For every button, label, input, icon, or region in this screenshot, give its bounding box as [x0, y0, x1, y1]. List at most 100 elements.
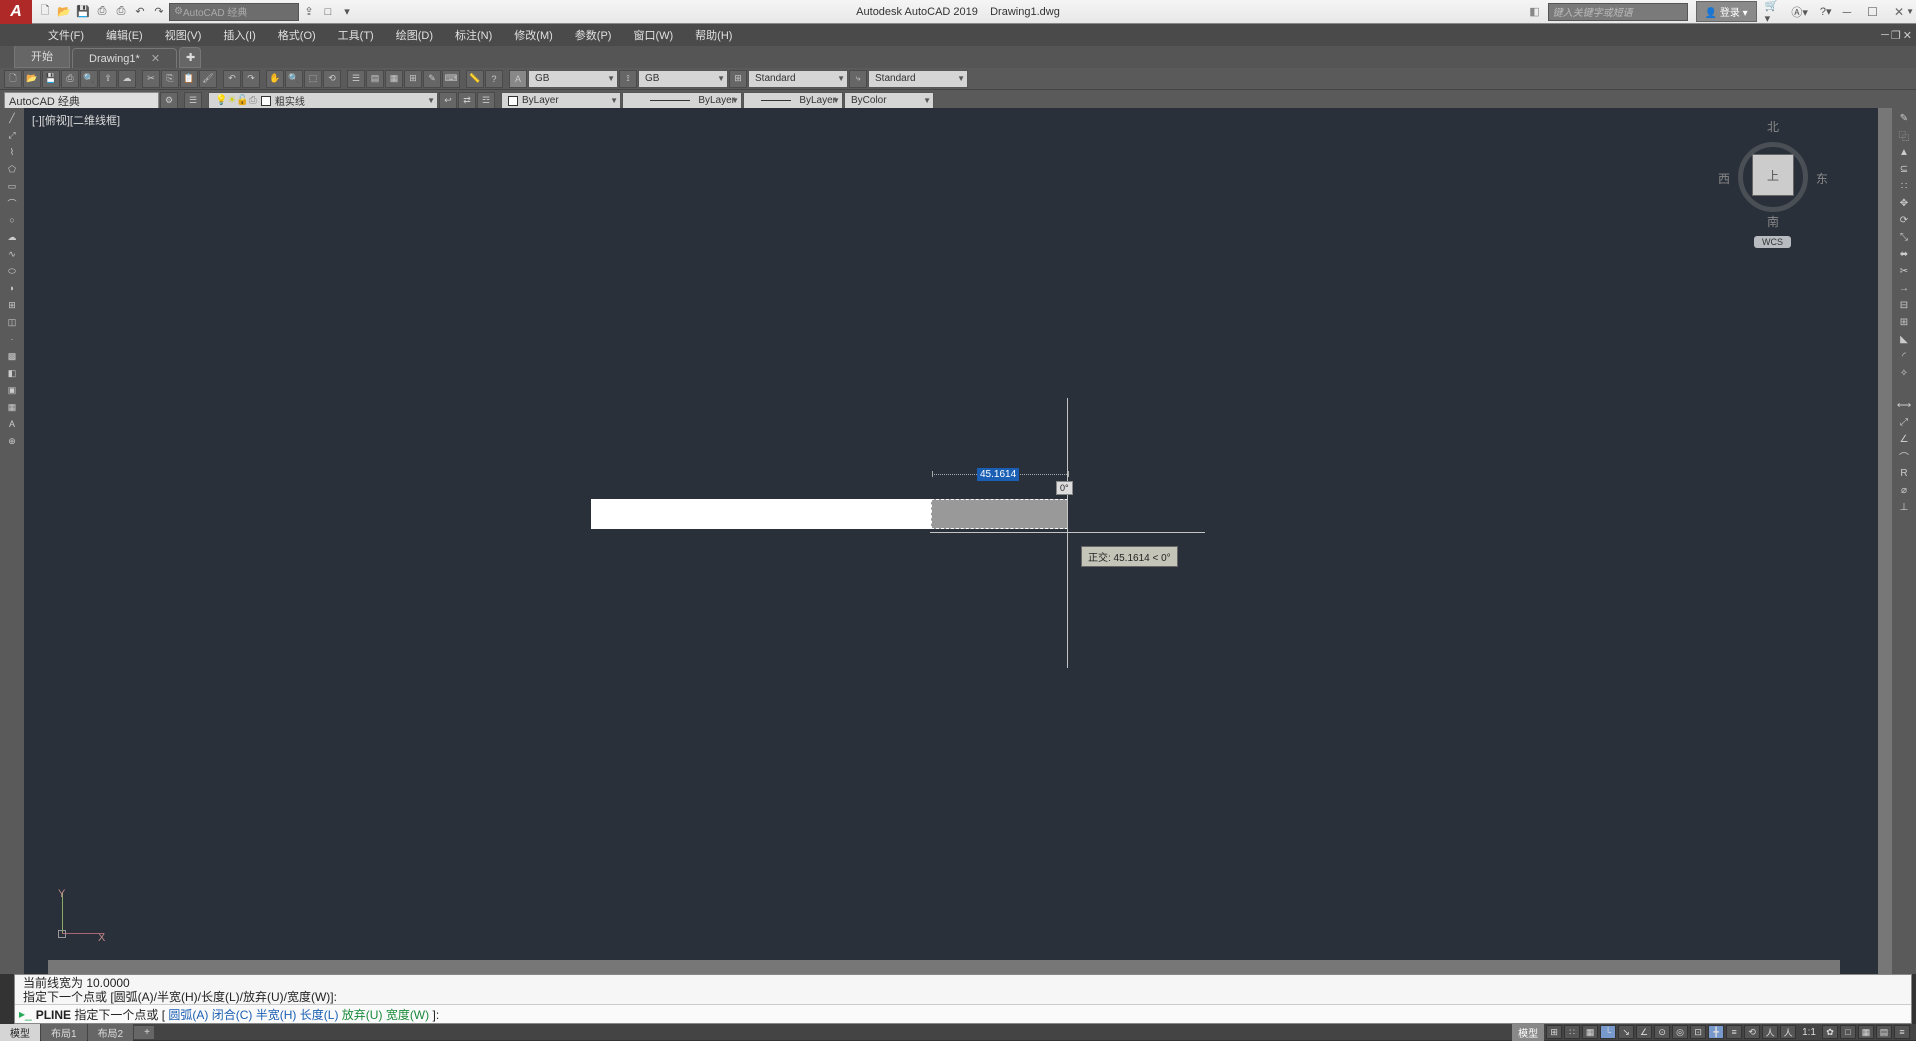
- dim-arc-icon[interactable]: ⌒: [1895, 448, 1913, 464]
- cmd-opt-arc[interactable]: 圆弧(A): [168, 1008, 208, 1022]
- menu-modify[interactable]: 修改(M): [504, 24, 563, 46]
- cmd-opt-length[interactable]: 长度(L): [300, 1008, 339, 1022]
- stretch-icon[interactable]: ⬌: [1895, 246, 1913, 262]
- rotate-icon[interactable]: ⟳: [1895, 212, 1913, 228]
- close-button[interactable]: ✕: [1894, 5, 1904, 19]
- qat-new-icon[interactable]: 🗋: [36, 3, 54, 21]
- layer-iso-icon[interactable]: ☲: [477, 92, 495, 110]
- open-icon[interactable]: 📂: [23, 70, 41, 88]
- dimstyle-icon[interactable]: ⟟: [619, 70, 637, 88]
- dim-radius-icon[interactable]: R: [1895, 465, 1913, 481]
- zoomwin-icon[interactable]: ⬚: [304, 70, 322, 88]
- dynamic-angle-input[interactable]: 0°: [1056, 481, 1073, 495]
- infer-toggle-icon[interactable]: ▦: [1582, 1025, 1598, 1039]
- workspace-switch-icon[interactable]: □: [1840, 1025, 1856, 1039]
- redo-icon[interactable]: ↷: [242, 70, 260, 88]
- viewcube-east[interactable]: 东: [1816, 170, 1828, 187]
- cmd-opt-undo[interactable]: 放弃(U): [342, 1008, 383, 1022]
- offset-icon[interactable]: ⊆: [1895, 161, 1913, 177]
- scrollbar-horizontal[interactable]: [48, 960, 1840, 974]
- publish-icon[interactable]: ⇪: [99, 70, 117, 88]
- polar-toggle-icon[interactable]: ↘: [1618, 1025, 1634, 1039]
- fillet-icon[interactable]: ◜: [1895, 348, 1913, 364]
- region-icon[interactable]: ▣: [3, 382, 21, 398]
- ortho-toggle-icon[interactable]: └: [1600, 1025, 1616, 1039]
- units-icon[interactable]: ▤: [1876, 1025, 1892, 1039]
- cut-icon[interactable]: ✂: [142, 70, 160, 88]
- menu-tools[interactable]: 工具(T): [328, 24, 384, 46]
- cart-icon[interactable]: 🛒▾: [1765, 3, 1783, 21]
- viewport-label[interactable]: [-][俯视][二维线框]: [32, 112, 120, 128]
- dimstyle-dropdown[interactable]: Standard▼: [748, 70, 848, 88]
- qat-undo-icon[interactable]: ↶: [131, 3, 149, 21]
- toolpalette-icon[interactable]: ▦: [385, 70, 403, 88]
- pan-icon[interactable]: ✋: [266, 70, 284, 88]
- extend-icon[interactable]: →: [1895, 280, 1913, 296]
- tablestyle-icon[interactable]: ⊞: [729, 70, 747, 88]
- layout-add-button[interactable]: +: [134, 1026, 154, 1039]
- mtext-icon[interactable]: A: [3, 416, 21, 432]
- polygon-icon[interactable]: ⬠: [3, 161, 21, 177]
- annomonitor-icon[interactable]: ▦: [1858, 1025, 1874, 1039]
- help-icon[interactable]: ?▾: [1817, 3, 1835, 21]
- qat-saveas-icon[interactable]: ⎙: [93, 3, 111, 21]
- move-icon[interactable]: ✥: [1895, 195, 1913, 211]
- 3dosnap-icon[interactable]: ◎: [1672, 1025, 1688, 1039]
- preview-icon[interactable]: 🔍: [80, 70, 98, 88]
- tab-new-button[interactable]: ✚: [179, 47, 201, 68]
- menu-dimension[interactable]: 标注(N): [445, 24, 502, 46]
- erase-icon[interactable]: ✎: [1895, 110, 1913, 126]
- walk-icon[interactable]: 人: [1780, 1025, 1796, 1039]
- workspace-gear-icon[interactable]: ⚙: [160, 92, 178, 110]
- layout1-tab[interactable]: 布局1: [41, 1024, 87, 1041]
- viewcube-west[interactable]: 西: [1718, 170, 1730, 187]
- maximize-button[interactable]: ☐: [1867, 5, 1878, 19]
- layer-dropdown[interactable]: 💡 ☀ 🔓 ⎙ 粗实线 ▼: [208, 92, 438, 110]
- array-icon[interactable]: ∷: [1895, 178, 1913, 194]
- break-icon[interactable]: ⊟: [1895, 297, 1913, 313]
- markup-icon[interactable]: ✎: [423, 70, 441, 88]
- tablestyle-dropdown[interactable]: Standard▼: [868, 70, 968, 88]
- doc-close-button[interactable]: ✕: [1903, 29, 1912, 42]
- qat-redo-icon[interactable]: ↷: [150, 3, 168, 21]
- annoscale-label[interactable]: 1:1: [1798, 1027, 1820, 1038]
- trim-icon[interactable]: ✂: [1895, 263, 1913, 279]
- mleaderstyle-icon[interactable]: ⤷: [849, 70, 867, 88]
- model-space-button[interactable]: 模型: [1512, 1024, 1544, 1041]
- arc-icon[interactable]: ⌒: [3, 195, 21, 211]
- dim-diameter-icon[interactable]: ⌀: [1895, 482, 1913, 498]
- view-cube[interactable]: 北 南 西 东 上 WCS: [1718, 118, 1828, 248]
- command-input[interactable]: ▸_ PLINE 指定下一个点或 [ 圆弧(A) 闭合(C) 半宽(H) 长度(…: [15, 1005, 1911, 1023]
- snap-toggle-icon[interactable]: ∷: [1564, 1025, 1580, 1039]
- ellipse-icon[interactable]: ⬭: [3, 263, 21, 279]
- osnap-toggle-icon[interactable]: ⊙: [1654, 1025, 1670, 1039]
- copy-icon[interactable]: ⎘: [161, 70, 179, 88]
- app-logo[interactable]: A: [0, 0, 32, 24]
- point-icon[interactable]: ·: [3, 331, 21, 347]
- viewcube-south[interactable]: 南: [1767, 213, 1779, 230]
- addselected-icon[interactable]: ⊕: [3, 433, 21, 449]
- viewcube-north[interactable]: 北: [1767, 118, 1779, 135]
- qat-mobile-icon[interactable]: □: [319, 3, 337, 21]
- pline-icon[interactable]: ⌇: [3, 144, 21, 160]
- cmd-opt-close[interactable]: 闭合(C): [212, 1008, 253, 1022]
- block-icon[interactable]: ◫: [3, 314, 21, 330]
- menu-edit[interactable]: 编辑(E): [96, 24, 153, 46]
- line-icon[interactable]: ╱: [3, 110, 21, 126]
- circle-icon[interactable]: ○: [3, 212, 21, 228]
- dynamic-length-input[interactable]: 45.1614: [977, 468, 1019, 481]
- qat-more-icon[interactable]: ▾: [338, 3, 356, 21]
- tab-close-icon[interactable]: ✕: [151, 53, 160, 65]
- cloud-icon[interactable]: ☁: [118, 70, 136, 88]
- textstyle-icon[interactable]: A: [509, 70, 527, 88]
- dim-linear-icon[interactable]: ⟷: [1895, 397, 1913, 413]
- tab-start[interactable]: 开始: [14, 44, 70, 68]
- dim-angular-icon[interactable]: ∠: [1895, 431, 1913, 447]
- search-input[interactable]: 键入关键字或短语: [1548, 3, 1688, 21]
- transparency-icon[interactable]: ⟲: [1744, 1025, 1760, 1039]
- ellipsearc-icon[interactable]: ◗: [3, 280, 21, 296]
- scrollbar-vertical[interactable]: [1878, 108, 1892, 974]
- linetype-dropdown[interactable]: ByLayer▼: [622, 92, 742, 110]
- menu-help[interactable]: 帮助(H): [685, 24, 742, 46]
- model-tab[interactable]: 模型: [0, 1024, 40, 1041]
